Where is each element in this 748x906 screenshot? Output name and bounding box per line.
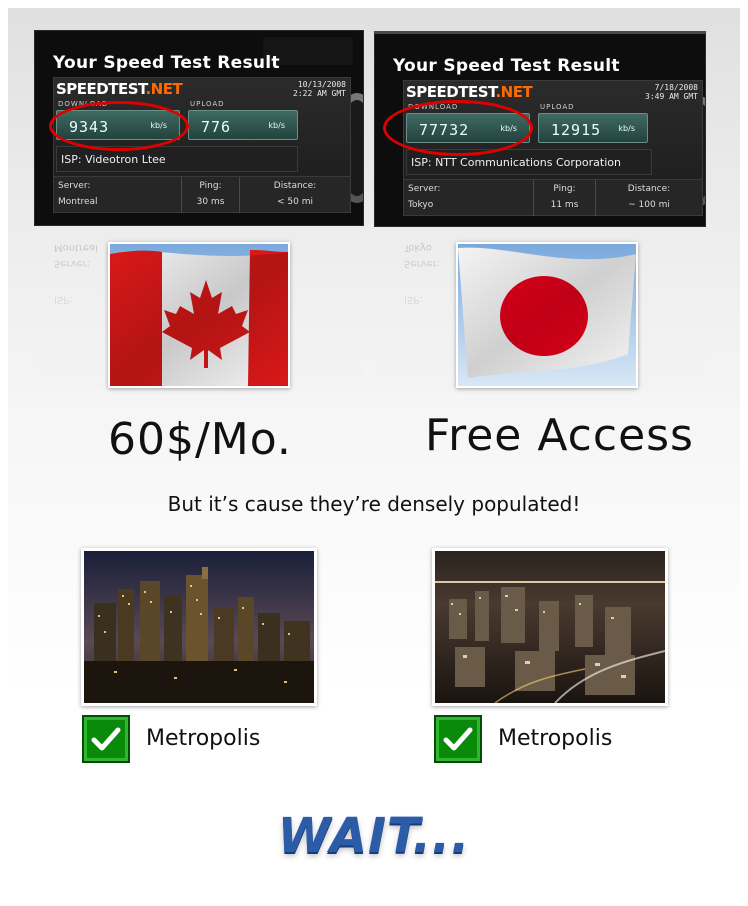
speedtest-title: Your Speed Test Result (393, 56, 620, 76)
japan-flag (458, 244, 636, 386)
tokyo-skyline (435, 551, 665, 703)
metropolis-label-right: Metropolis (498, 726, 613, 751)
page: Your Speed Test Result SPEEDTEST.NET 10/… (0, 0, 748, 906)
canada-flag-image (108, 242, 290, 388)
upload-value: 776 (201, 118, 232, 136)
stats-row: Server: Montreal Ping: 30 ms Distance: <… (54, 176, 350, 213)
speedtest-logo: SPEEDTEST.NET (406, 83, 533, 101)
tokyo-city-photo (432, 548, 668, 706)
montreal-city-photo (81, 548, 317, 706)
speedtest-title: Your Speed Test Result (53, 53, 280, 73)
upload-unit: kb/s (618, 124, 635, 133)
upload-label: UPLOAD (540, 103, 575, 111)
ping-stat: Ping: 11 ms (534, 180, 596, 216)
japan-flag-image (456, 242, 638, 388)
timestamp: 7/18/2008 3:49 AM GMT (645, 83, 698, 101)
checkmark-icon (434, 715, 482, 763)
isp-field: ISP: Videotron Ltee (56, 146, 298, 172)
speedtest-logo: SPEEDTEST.NET (56, 80, 183, 98)
montreal-skyline (84, 551, 314, 703)
distance-stat: Distance: < 50 mi (273, 181, 317, 207)
japan-price: Free Access (425, 410, 694, 461)
distance-stat: Distance: ~ 100 mi (627, 184, 671, 210)
checkmark-icon (82, 715, 130, 763)
server-stat: Server: Tokyo (404, 180, 534, 216)
ping-stat: Ping: 30 ms (182, 177, 240, 213)
upload-value: 12915 (551, 121, 602, 139)
canada-price: 60$/Mo. (108, 414, 292, 465)
speedtest-result-japan: Your Speed Test Result SPEEDTEST.NET 7/1… (374, 31, 706, 227)
stats-row: Server: Tokyo Ping: 11 ms Distance: ~ 10… (404, 179, 702, 216)
metropolis-label-left: Metropolis (146, 726, 261, 751)
upload-unit: kb/s (268, 121, 285, 130)
caption-text: But it’s cause they’re densely populated… (167, 492, 581, 516)
speedtest-result-canada: Your Speed Test Result SPEEDTEST.NET 10/… (34, 30, 364, 226)
canada-flag (110, 244, 288, 386)
upload-label: UPLOAD (190, 100, 225, 108)
server-stat: Server: Montreal (54, 177, 182, 213)
highlight-circle (49, 101, 189, 151)
highlight-circle (383, 100, 533, 156)
timestamp: 10/13/2008 2:22 AM GMT (293, 80, 346, 98)
upload-box: 12915 kb/s (538, 113, 648, 143)
wait-heading: WAIT... (277, 808, 471, 864)
upload-box: 776 kb/s (188, 110, 298, 140)
